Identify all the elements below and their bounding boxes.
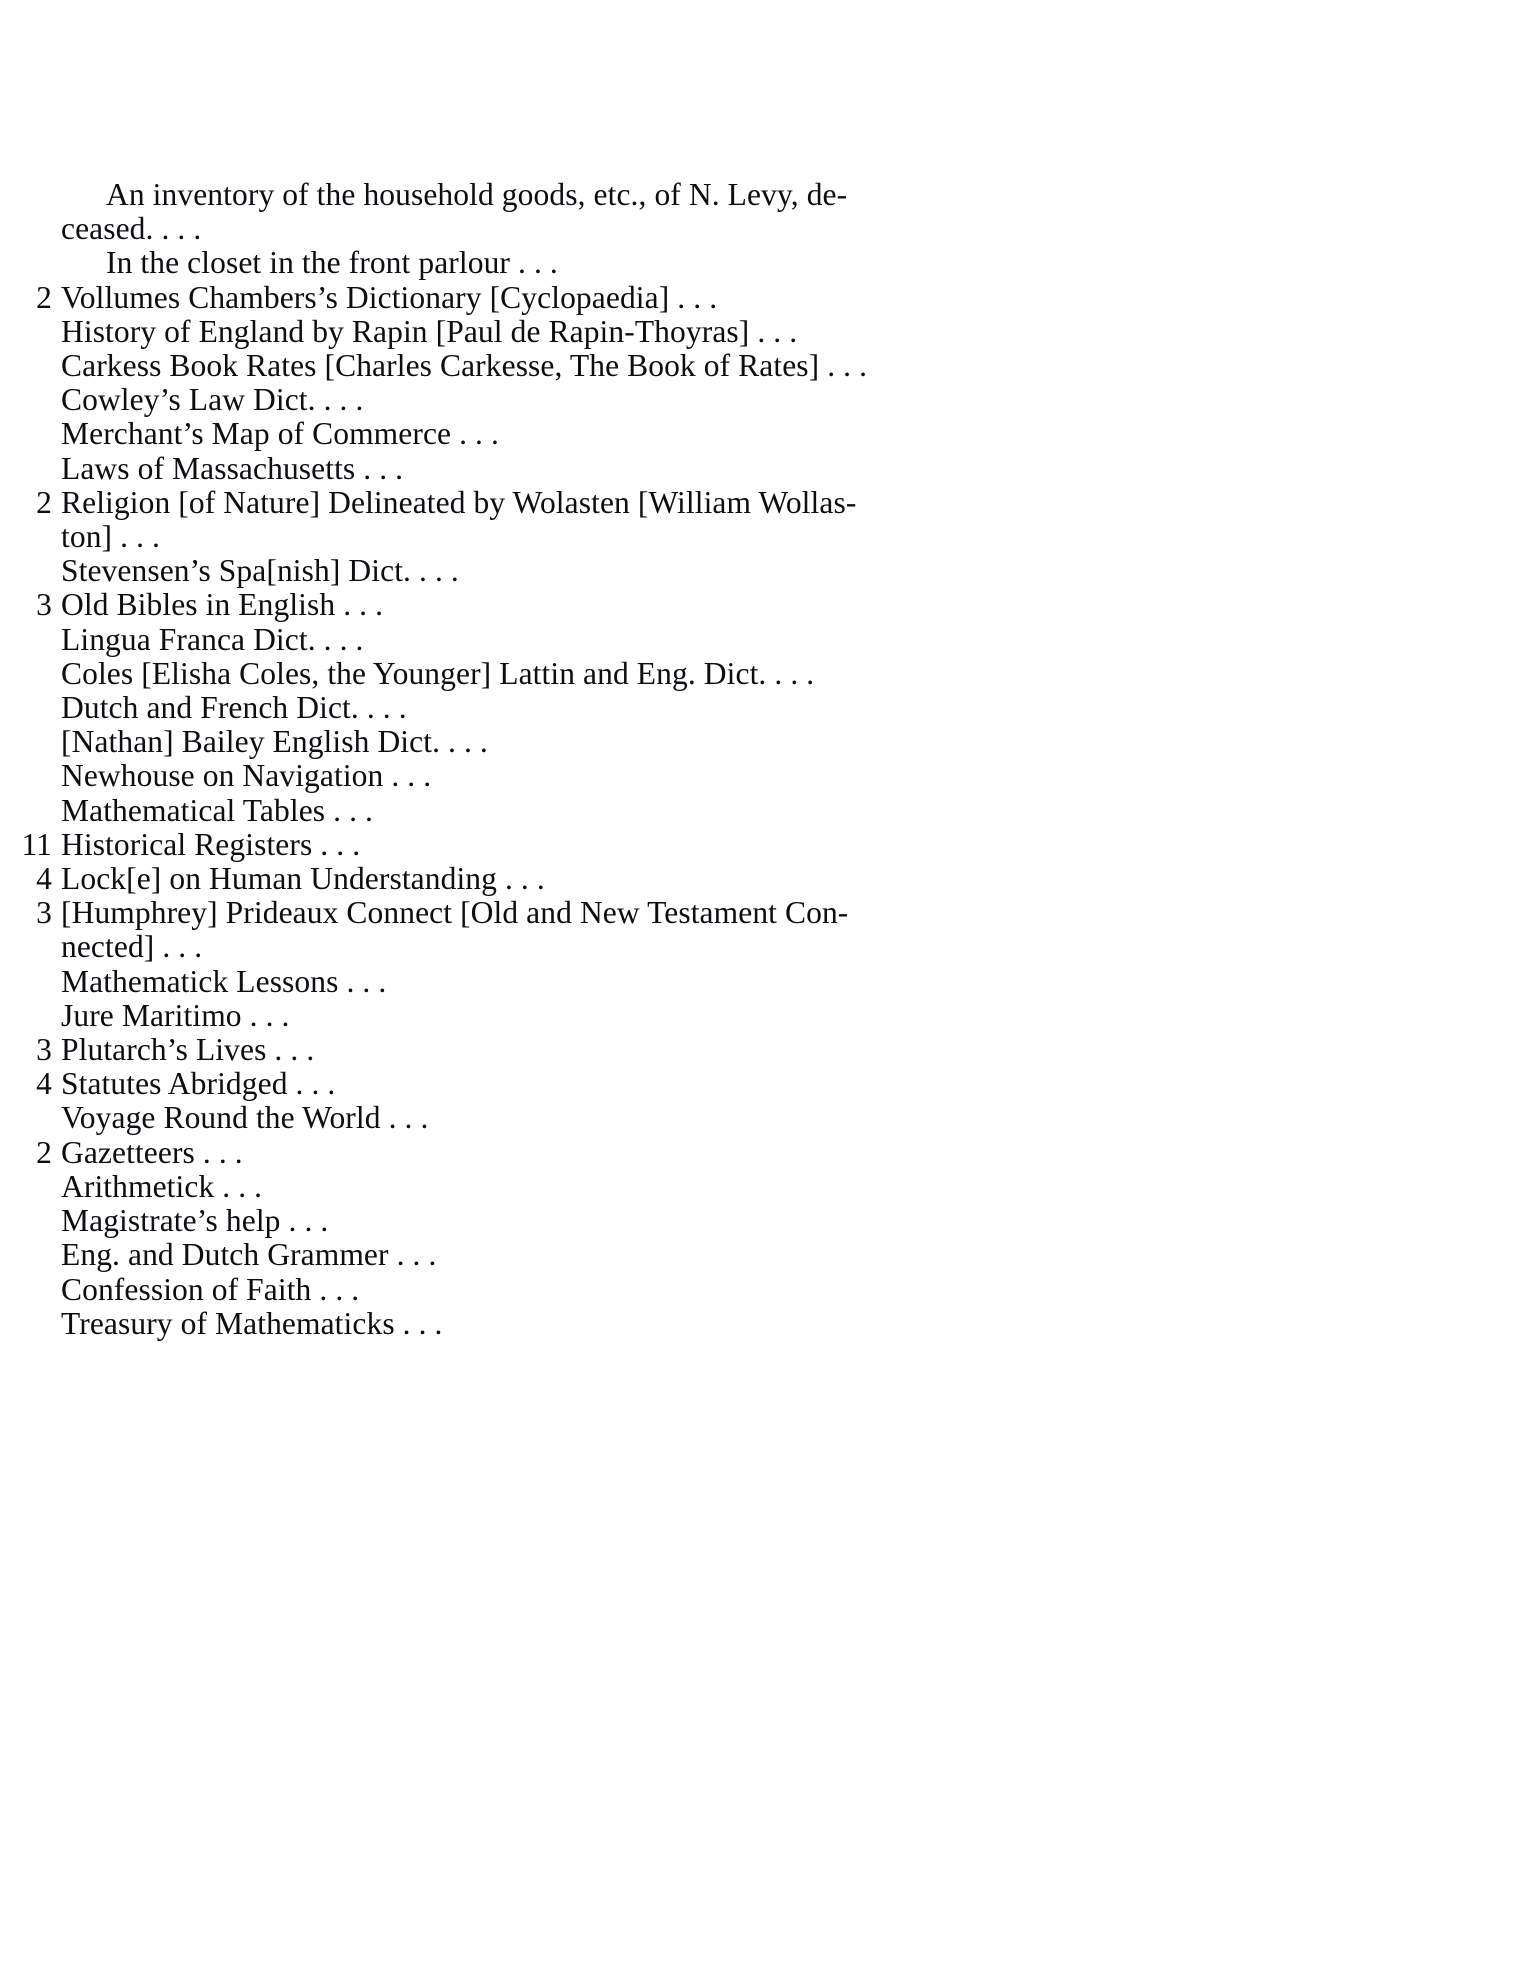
inventory-line: Carkess Book Rates [Charles Carkesse, Th… — [0, 348, 1536, 384]
entry-text: Vollumes Chambers’s Dictionary [Cyclopae… — [61, 279, 718, 315]
inventory-line: In the closet in the front parlour . . . — [0, 246, 1536, 280]
entry-text: Religion [of Nature] Delineated by Wolas… — [61, 484, 857, 520]
document-page: An inventory of the household goods, etc… — [0, 0, 1536, 1988]
entry-text: Newhouse on Navigation . . . — [61, 758, 432, 794]
entry-text: Arithmetick . . . — [61, 1168, 263, 1204]
entry-text: Mathematical Tables . . . — [61, 792, 373, 828]
entry-text: Lingua Franca Dict. . . . — [61, 621, 364, 657]
inventory-line: Cowley’s Law Dict. . . . — [0, 383, 1536, 417]
inventory-line: Laws of Massachusetts . . . — [0, 450, 1536, 486]
inventory-line: Coles [Elisha Coles, the Younger] Lattin… — [0, 655, 1536, 691]
entry-text: Voyage Round the World . . . — [61, 1100, 429, 1136]
entry-text: ceased. . . . — [61, 211, 202, 247]
entry-text: History of England by Rapin [Paul de Rap… — [61, 313, 798, 349]
inventory-line: An inventory of the household goods, etc… — [0, 177, 1536, 212]
entry-text: Cowley’s Law Dict. . . . — [61, 382, 364, 418]
entry-text: [Humphrey] Prideaux Connect [Old and New… — [61, 895, 849, 931]
entry-text: Stevensen’s Spa[nish] Dict. . . . — [61, 553, 459, 589]
entry-text: An inventory of the household goods, etc… — [106, 177, 848, 212]
inventory-line: 4 Statutes Abridged . . . — [0, 1067, 1536, 1101]
entry-text: Statutes Abridged . . . — [61, 1066, 336, 1102]
entry-text: Historical Registers . . . — [61, 826, 361, 862]
entry-text: Carkess Book Rates [Charles Carkesse, Th… — [61, 348, 868, 384]
inventory-line: Newhouse on Navigation . . . — [0, 759, 1536, 793]
quantity-value: 11 — [21, 826, 52, 862]
inventory-line: ceased. . . . — [0, 212, 1536, 246]
inventory-line: Mathematick Lessons . . . — [0, 963, 1536, 999]
inventory-line: History of England by Rapin [Paul de Rap… — [0, 313, 1536, 349]
inventory-list: An inventory of the household goods, etc… — [0, 177, 1536, 1341]
inventory-line: 2 Religion [of Nature] Delineated by Wola… — [0, 484, 1536, 520]
entry-text: In the closet in the front parlour . . . — [106, 245, 558, 281]
inventory-line: [Nathan] Bailey English Dict. . . . — [0, 725, 1536, 759]
inventory-line: Treasury of Mathematicks . . . — [0, 1305, 1536, 1341]
inventory-line: 3 Plutarch’s Lives . . . — [0, 1032, 1536, 1068]
quantity-value: 3 — [36, 1032, 52, 1068]
entry-text: Old Bibles in English . . . — [61, 587, 384, 623]
quantity-value: 2 — [36, 279, 52, 315]
inventory-line: Mathematical Tables . . . — [0, 792, 1536, 828]
inventory-line: 2 Vollumes Chambers’s Dictionary [Cyclopa… — [0, 279, 1536, 315]
entry-text: Jure Maritimo . . . — [61, 997, 290, 1033]
inventory-line: 11 Historical Registers . . . — [0, 826, 1536, 862]
entry-text: Magistrate’s help . . . — [61, 1203, 329, 1239]
entry-text: Gazetteers . . . — [61, 1134, 243, 1170]
inventory-line: Stevensen’s Spa[nish] Dict. . . . — [0, 554, 1536, 588]
entry-text: Dutch and French Dict. . . . — [61, 690, 407, 726]
entry-text: Laws of Massachusetts . . . — [61, 450, 404, 486]
inventory-line: Voyage Round the World . . . — [0, 1101, 1536, 1135]
inventory-line: 3 [Humphrey] Prideaux Connect [Old and Ne… — [0, 896, 1536, 930]
inventory-line: Lingua Franca Dict. . . . — [0, 621, 1536, 657]
entry-text: Coles [Elisha Coles, the Younger] Lattin… — [61, 655, 815, 691]
entry-text: Plutarch’s Lives . . . — [61, 1032, 315, 1068]
entry-text: Mathematick Lessons . . . — [61, 963, 387, 999]
inventory-line: Merchant’s Map of Commerce . . . — [0, 417, 1536, 451]
quantity-value: 4 — [36, 861, 52, 897]
inventory-line: Dutch and French Dict. . . . — [0, 690, 1536, 726]
inventory-line: ton] . . . — [0, 519, 1536, 555]
entry-text: nected] . . . — [61, 929, 203, 965]
entry-text: ton] . . . — [61, 519, 160, 555]
inventory-line: 3 Old Bibles in English . . . — [0, 588, 1536, 622]
entry-text: [Nathan] Bailey English Dict. . . . — [61, 724, 488, 760]
inventory-line: nected] . . . — [0, 930, 1536, 964]
quantity-value: 3 — [36, 587, 52, 623]
inventory-line: Arithmetick . . . — [0, 1168, 1536, 1204]
quantity-value: 2 — [36, 1134, 52, 1170]
entry-text: Lock[e] on Human Understanding . . . — [61, 861, 545, 897]
quantity-value: 3 — [36, 895, 52, 931]
inventory-line: 4 Lock[e] on Human Understanding . . . — [0, 861, 1536, 897]
inventory-line: Confession of Faith . . . — [0, 1271, 1536, 1307]
entry-text: Merchant’s Map of Commerce . . . — [61, 416, 499, 452]
inventory-line: Jure Maritimo . . . — [0, 997, 1536, 1033]
inventory-line: Eng. and Dutch Grammer . . . — [0, 1238, 1536, 1272]
quantity-value: 4 — [36, 1066, 52, 1102]
entry-text: Confession of Faith . . . — [61, 1271, 360, 1307]
quantity-value: 2 — [36, 484, 52, 520]
inventory-line: Magistrate’s help . . . — [0, 1203, 1536, 1239]
entry-text: Eng. and Dutch Grammer . . . — [61, 1237, 437, 1273]
inventory-line: 2 Gazetteers . . . — [0, 1134, 1536, 1170]
entry-text: Treasury of Mathematicks . . . — [61, 1305, 443, 1341]
